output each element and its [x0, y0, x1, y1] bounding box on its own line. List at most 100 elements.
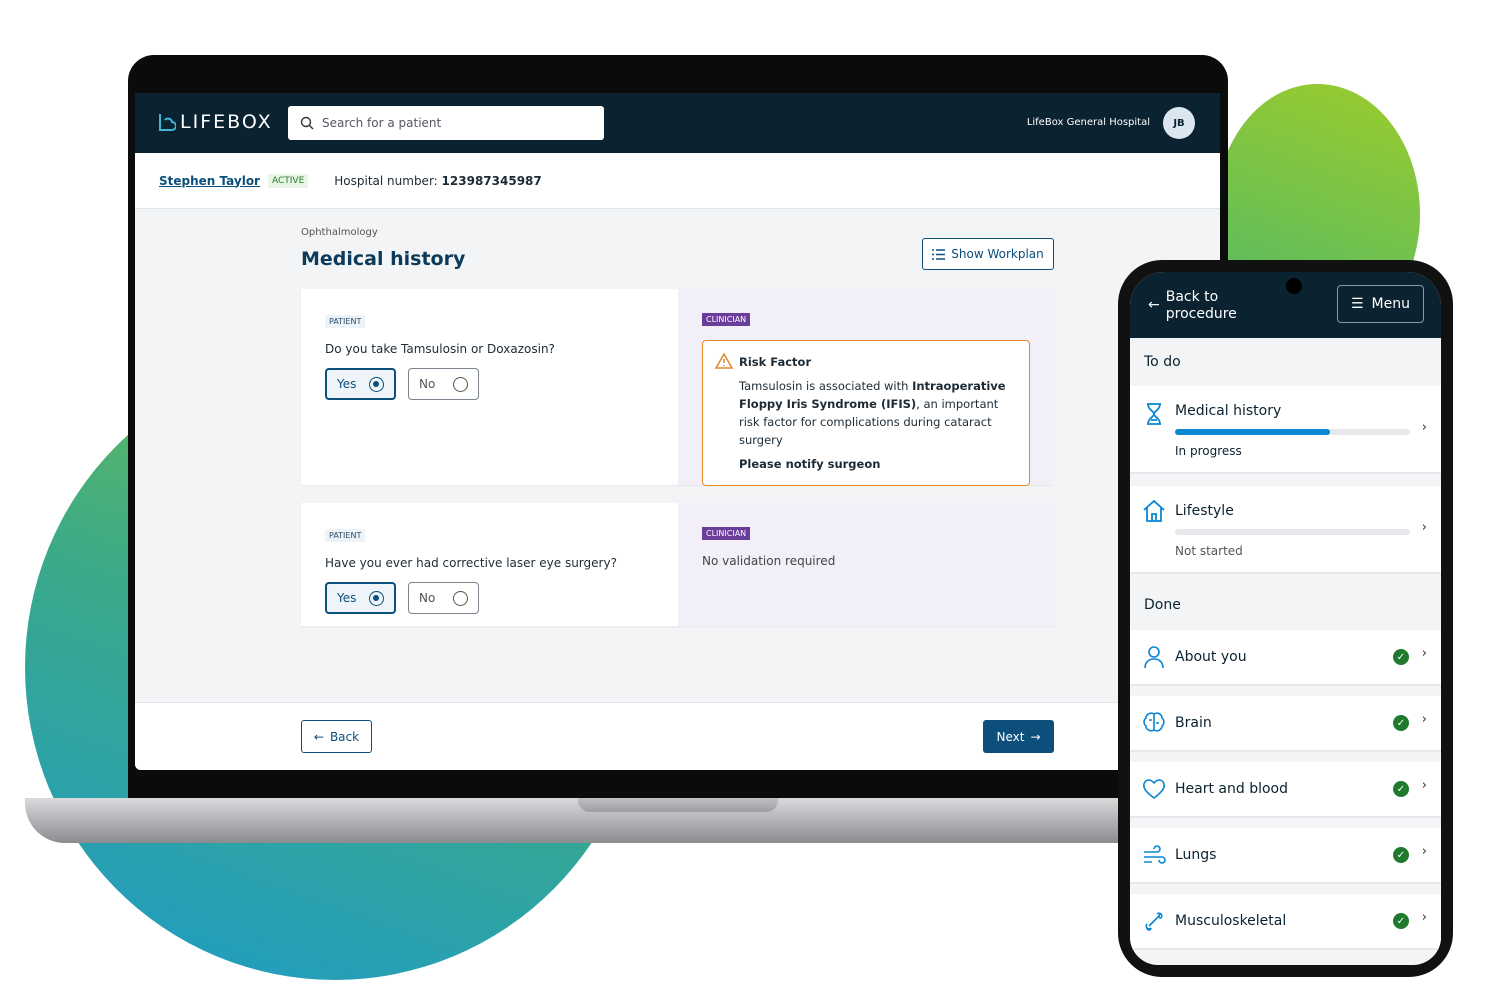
menu-button[interactable]: ☰ Menu — [1337, 285, 1424, 323]
logo[interactable]: LIFEBOX — [158, 111, 273, 133]
question-card: PATIENT Have you ever had corrective las… — [301, 503, 1054, 626]
radio-selected-icon — [369, 376, 384, 392]
radio-icon — [453, 590, 468, 606]
risk-description: Tamsulosin is associated with Intraopera… — [739, 377, 1013, 449]
arrow-left-icon: ← — [1148, 297, 1160, 313]
chevron-right-icon: › — [1421, 420, 1427, 435]
wind-icon — [1144, 845, 1166, 864]
yes-label: Yes — [337, 377, 357, 391]
hospital-name: LifeBox General Hospital — [1026, 117, 1150, 128]
arrow-left-icon: ← — [313, 729, 324, 744]
question-text: Have you ever had corrective laser eye s… — [325, 556, 617, 570]
list-item-brain[interactable]: Brain ✓ › — [1130, 696, 1441, 752]
risk-action: Please notify surgeon — [739, 457, 881, 471]
page-title: Medical history — [301, 248, 466, 270]
list-item-heart-and-blood[interactable]: Heart and blood ✓ › — [1130, 762, 1441, 818]
chevron-right-icon: › — [1421, 910, 1427, 925]
back-to-procedure-link[interactable]: ← Back to procedure — [1148, 289, 1246, 323]
phone-header: ← Back to procedure ☰ Menu — [1130, 272, 1441, 338]
back-button[interactable]: ← Back — [301, 720, 372, 753]
phone-screen: ← Back to procedure ☰ Menu To do Medical h… — [1130, 272, 1441, 965]
back-to-procedure-label: Back to procedure — [1165, 289, 1237, 322]
patient-tag: PATIENT — [325, 315, 366, 328]
item-status: Not started — [1175, 544, 1243, 558]
search-input[interactable]: Search for a patient — [288, 106, 604, 140]
chevron-right-icon: › — [1421, 844, 1427, 859]
menu-label: Menu — [1371, 296, 1410, 312]
list-item-medical-history[interactable]: Medical history In progress › — [1130, 386, 1441, 474]
item-label: Lifestyle — [1175, 503, 1234, 519]
chevron-right-icon: › — [1421, 646, 1427, 661]
check-circle-icon: ✓ — [1393, 781, 1409, 797]
item-label: Medical history — [1175, 403, 1282, 419]
camera — [1286, 278, 1302, 294]
hospital-number: Hospital number: 123987345987 — [334, 174, 541, 188]
no-label: No — [419, 591, 436, 605]
patient-tag: PATIENT — [325, 529, 366, 542]
no-option[interactable]: No — [408, 368, 479, 400]
show-workplan-button[interactable]: Show Workplan — [922, 238, 1054, 270]
next-button[interactable]: Next → — [983, 720, 1054, 753]
check-circle-icon: ✓ — [1393, 715, 1409, 731]
search-icon — [300, 116, 314, 130]
hamburger-icon: ☰ — [1350, 296, 1364, 312]
hospital-number-label: Hospital number: — [334, 173, 438, 188]
check-circle-icon: ✓ — [1393, 649, 1409, 665]
radio-selected-icon — [369, 590, 384, 606]
warning-icon — [715, 353, 733, 369]
check-circle-icon: ✓ — [1393, 913, 1409, 929]
app-header: LIFEBOX Search for a patient LifeBox Gen… — [135, 93, 1220, 153]
logo-icon — [159, 114, 176, 131]
item-label: Musculoskeletal — [1175, 913, 1287, 929]
progress-bar — [1175, 429, 1410, 435]
breadcrumb: Ophthalmology — [301, 227, 378, 238]
check-circle-icon: ✓ — [1393, 847, 1409, 863]
search-placeholder: Search for a patient — [322, 116, 442, 130]
yes-label: Yes — [337, 591, 357, 605]
bone-icon — [1145, 912, 1163, 931]
risk-factor-alert: Risk Factor Tamsulosin is associated wit… — [702, 340, 1030, 486]
chevron-right-icon: › — [1421, 712, 1427, 727]
back-label: Back — [329, 729, 360, 744]
item-status: In progress — [1175, 444, 1242, 458]
hourglass-icon — [1147, 403, 1161, 425]
item-label: Lungs — [1175, 847, 1217, 863]
avatar[interactable]: JB — [1163, 107, 1195, 139]
clinician-tag: CLINICIAN — [702, 313, 751, 326]
list-icon — [932, 248, 946, 260]
hospital-number-value: 123987345987 — [441, 173, 542, 188]
list-item-lungs[interactable]: Lungs ✓ › — [1130, 828, 1441, 884]
no-option[interactable]: No — [408, 582, 479, 614]
logo-text: LIFEBOX — [180, 111, 273, 133]
chevron-right-icon: › — [1421, 520, 1427, 535]
progress-bar — [1175, 529, 1410, 535]
clinician-text: No validation required — [702, 554, 836, 568]
yes-option[interactable]: Yes — [325, 368, 396, 400]
section-todo: To do — [1144, 354, 1181, 370]
yes-option[interactable]: Yes — [325, 582, 396, 614]
item-label: Brain — [1175, 715, 1212, 731]
next-label: Next — [996, 729, 1025, 744]
section-done: Done — [1144, 597, 1181, 613]
brain-icon — [1143, 712, 1165, 732]
patient-name-link[interactable]: Stephen Taylor — [159, 174, 260, 188]
arrow-right-icon: → — [1030, 729, 1041, 744]
footer: ← Back Next → — [135, 702, 1220, 770]
person-icon — [1144, 646, 1164, 669]
chevron-right-icon: › — [1421, 778, 1427, 793]
list-item-musculoskeletal[interactable]: Musculoskeletal ✓ › — [1130, 894, 1441, 950]
list-item-about-you[interactable]: About you ✓ › — [1130, 630, 1441, 686]
radio-icon — [453, 376, 468, 392]
patient-bar: Stephen Taylor ACTIVE Hospital number: 1… — [135, 153, 1220, 209]
laptop-notch — [578, 798, 778, 812]
status-badge: ACTIVE — [267, 173, 309, 188]
list-item-lifestyle[interactable]: Lifestyle Not started › — [1130, 486, 1441, 574]
house-icon — [1143, 499, 1165, 522]
risk-title: Risk Factor — [739, 355, 812, 369]
item-label: Heart and blood — [1175, 781, 1288, 797]
clinician-tag: CLINICIAN — [702, 527, 751, 540]
risk-text: Tamsulosin is associated with — [739, 379, 913, 393]
question-card: PATIENT Do you take Tamsulosin or Doxazo… — [301, 289, 1054, 486]
no-label: No — [419, 377, 436, 391]
show-workplan-label: Show Workplan — [951, 247, 1044, 261]
